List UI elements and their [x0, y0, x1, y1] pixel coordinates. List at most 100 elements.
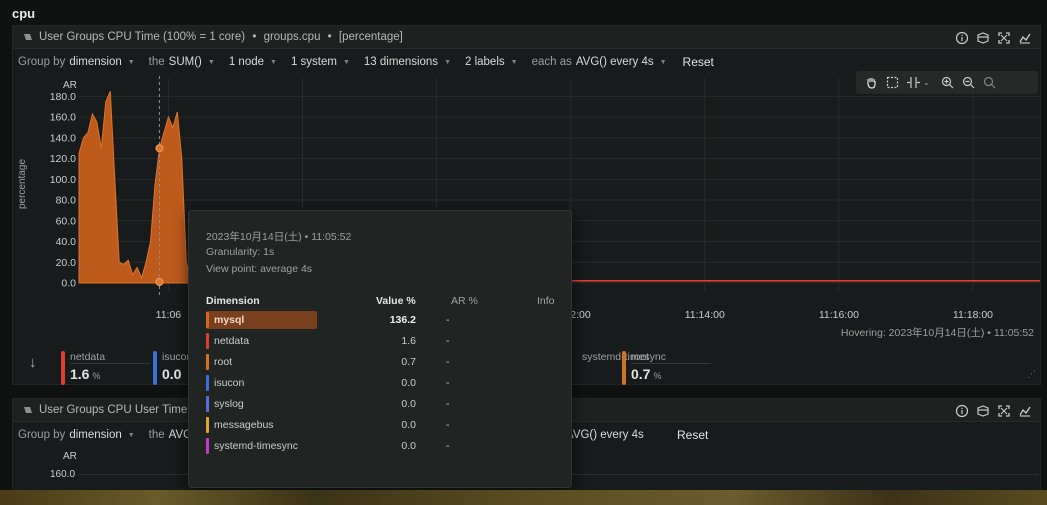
legend-swatch: [61, 351, 65, 385]
reset-zoom-icon[interactable]: [982, 75, 997, 90]
tooltip-row-netdata: netdata 1.6 -: [206, 332, 556, 350]
dimension-value: 0.0: [401, 398, 416, 410]
col-ar: AR %: [451, 295, 478, 307]
dashboard-icon[interactable]: [976, 404, 990, 418]
y-tick-label: 160.0: [50, 112, 76, 124]
fullscreen-icon[interactable]: [997, 31, 1011, 45]
dimension-color-swatch: [206, 396, 209, 412]
dimension-ar: -: [446, 398, 450, 410]
y-tick-label: 180.0: [50, 91, 76, 103]
dimension-name: isucon: [214, 377, 245, 389]
x-tick-label: 11:16:00: [819, 309, 859, 321]
dashboard-icon[interactable]: [976, 31, 990, 45]
col-info: Info: [537, 295, 555, 307]
fullscreen-icon[interactable]: [997, 404, 1011, 418]
panel-title: User Groups CPU Time (100% = 1 core): [39, 31, 246, 43]
x-tick-label: 11:06: [156, 309, 182, 321]
dimension-color-swatch: [206, 354, 209, 370]
tooltip-granularity: Granularity: 1s: [206, 246, 275, 258]
chevron-down-icon: ▼: [270, 58, 277, 66]
dimension-name: netdata: [214, 335, 250, 347]
col-dimension: Dimension: [206, 295, 260, 307]
tooltip-row-root: root 0.7 -: [206, 353, 556, 371]
hover-tooltip: 2023年10月14日(土) • 11:05:52 Granularity: 1…: [188, 210, 572, 488]
aggregation-dropdown[interactable]: the AVG: [149, 429, 192, 441]
dimension-ar: -: [446, 419, 450, 431]
y-tick-label: 40.0: [56, 236, 77, 248]
labels-dropdown[interactable]: 2 labels ▼: [465, 56, 518, 68]
dimension-color-swatch: [206, 312, 209, 328]
panel-units: [percentage]: [338, 31, 403, 43]
dimension-color-swatch: [206, 375, 209, 391]
dimension-ar: -: [446, 356, 450, 368]
info-icon[interactable]: [955, 404, 969, 418]
y-tick-label: 120.0: [50, 153, 76, 165]
x-tick-label: 11:18:00: [953, 309, 993, 321]
section-title: cpu: [12, 6, 36, 21]
nodes-dropdown[interactable]: 1 node ▼: [229, 56, 277, 68]
zoom-in-icon[interactable]: [940, 75, 955, 90]
dimension-name: systemd-timesync: [214, 440, 299, 452]
dimensions-dropdown[interactable]: 13 dimensions ▼: [364, 56, 451, 68]
y-tick-label: 80.0: [56, 195, 77, 207]
dimension-ar: -: [446, 377, 450, 389]
dimension-value: 136.2: [389, 314, 416, 326]
dimension-value: 0.7: [401, 356, 416, 368]
tooltip-row-mysql: mysql 136.2 -: [206, 311, 556, 329]
dimension-ar: -: [446, 314, 450, 326]
chevron-down-icon: ▼: [207, 58, 215, 66]
reset-button[interactable]: Reset: [677, 428, 708, 442]
time-aggregation-dropdown[interactable]: each as AVG() every 4s ▼: [532, 56, 667, 68]
chevron-down-icon: ▼: [659, 58, 667, 66]
netdata-logo-icon: [24, 407, 32, 413]
y-tick-label: 60.0: [56, 215, 77, 227]
y-axis-label: percentage: [17, 159, 28, 209]
series-area-mysql: [78, 91, 192, 284]
panel-context: groups.cpu: [263, 31, 321, 43]
dimension-name: syslog: [214, 398, 244, 410]
time-aggregation-dropdown[interactable]: AVG() every 4s: [566, 429, 644, 441]
info-icon[interactable]: [955, 31, 969, 45]
zoom-out-icon[interactable]: [961, 75, 976, 90]
chevron-down-icon: ▼: [444, 58, 451, 66]
y-tick-label: 20.0: [56, 257, 77, 269]
systems-dropdown[interactable]: 1 system ▼: [291, 56, 350, 68]
dimension-value: 0.0: [401, 377, 416, 389]
chart-type-icon[interactable]: [1018, 31, 1032, 45]
reset-button[interactable]: Reset: [683, 55, 714, 69]
tooltip-view-point: View point: average 4s: [206, 263, 313, 275]
y-tick-label: 0.0: [61, 278, 76, 290]
dimension-name: mysql: [214, 314, 245, 326]
dimension-name: root: [214, 356, 233, 368]
dimension-value: 0.0: [401, 419, 416, 431]
dimension-name: messagebus: [214, 419, 274, 431]
dimension-value: 0.0: [401, 440, 416, 452]
panel-header: User Groups CPU Time (100% = 1 core) • g…: [13, 26, 1040, 49]
chevron-down-icon: ▼: [510, 58, 518, 66]
chart-type-icon[interactable]: [1018, 404, 1032, 418]
group-by-dropdown[interactable]: Group by dimension ▼: [18, 56, 135, 68]
chart-tools: ⌄: [856, 71, 1038, 94]
vertical-select-icon[interactable]: [906, 75, 921, 90]
chevron-down-icon: ▼: [127, 431, 135, 439]
panel-title: User Groups CPU User Time: [39, 404, 188, 416]
group-by-dropdown[interactable]: Group by dimension ▼: [18, 429, 135, 441]
tooltip-row-systemd-timesync: systemd-timesync 0.0 -: [206, 437, 556, 455]
resize-handle-icon[interactable]: ⋰: [1027, 369, 1036, 380]
hover-point-baseline: [155, 278, 164, 286]
tooltip-date: 2023年10月14日(土) • 11:05:52: [206, 231, 352, 243]
legend-swatch: [153, 351, 157, 385]
y-tick-label: 140.0: [50, 132, 76, 144]
tooltip-row-messagebus: messagebus 0.0 -: [206, 416, 556, 434]
arrow-down-icon[interactable]: ↓: [29, 354, 37, 371]
y-tick: 160.0: [50, 469, 76, 480]
x-tick-label: 11:14:00: [685, 309, 725, 321]
hover-point-mysql: [155, 144, 164, 153]
desktop-background: [0, 490, 1047, 505]
pan-hand-icon[interactable]: [864, 75, 879, 90]
dimension-ar: -: [446, 335, 450, 347]
chevron-down-icon[interactable]: ⌄: [923, 78, 930, 87]
aggregation-dropdown[interactable]: the SUM() ▼: [149, 56, 215, 68]
select-box-icon[interactable]: [885, 75, 900, 90]
dimension-value: 1.6: [401, 335, 416, 347]
